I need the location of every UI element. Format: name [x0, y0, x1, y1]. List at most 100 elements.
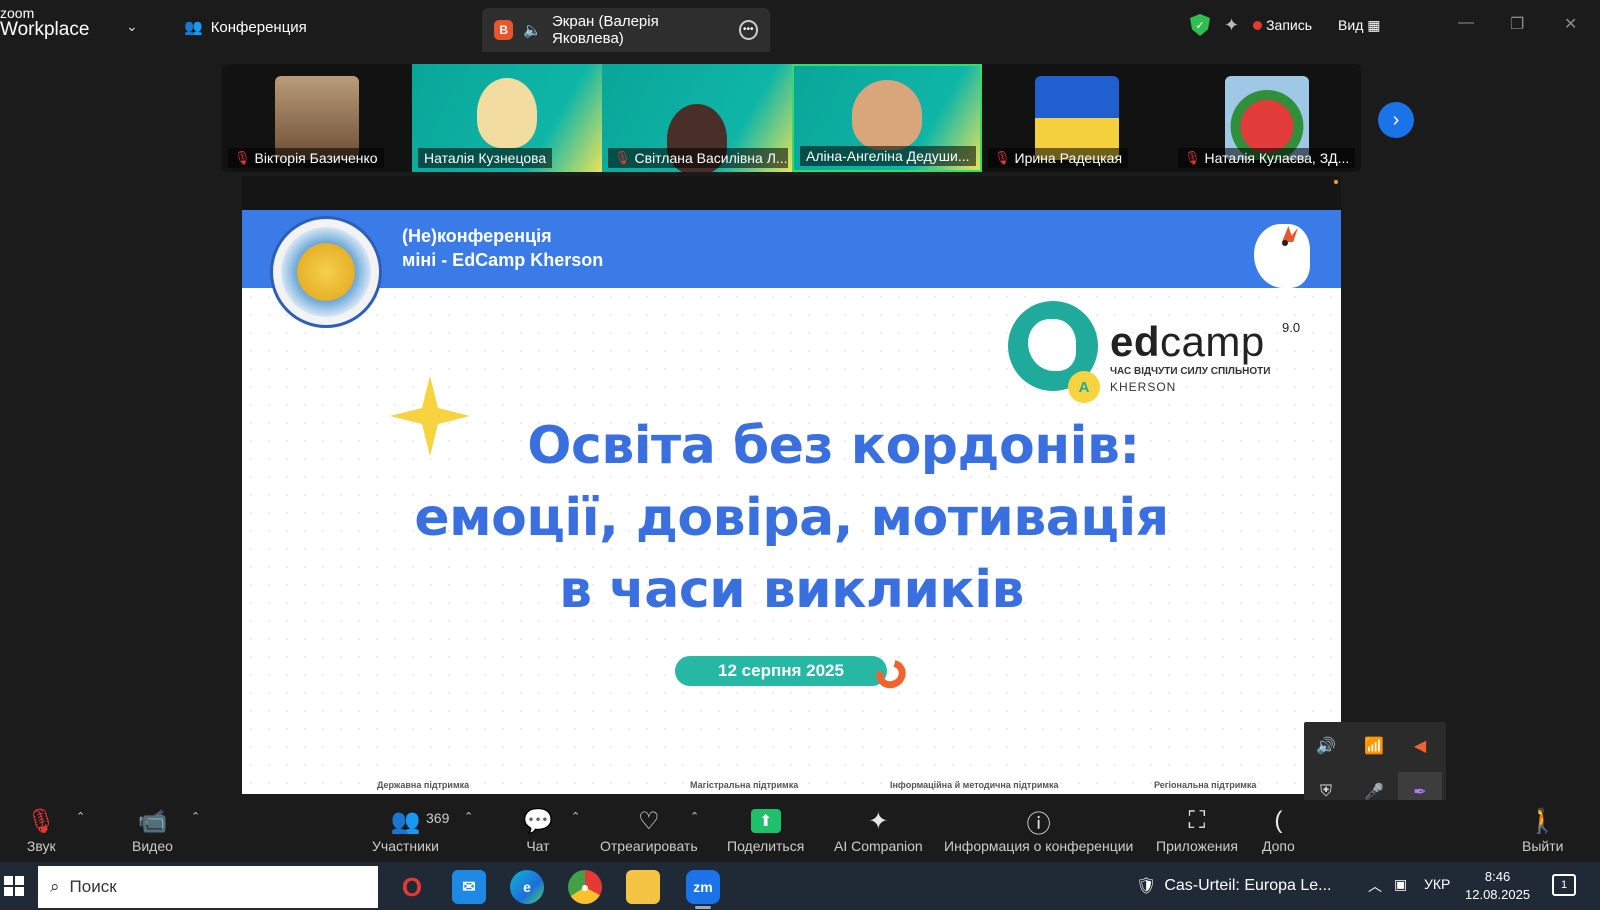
file-explorer-icon[interactable]: [626, 870, 660, 904]
notifications-icon[interactable]: 1: [1552, 874, 1576, 896]
security-shield-icon[interactable]: ✓: [1190, 14, 1210, 36]
slide-title-line-1: Освіта без кордонів:: [527, 416, 1140, 476]
react-caret[interactable]: ⌃: [690, 810, 699, 823]
audio-options-caret[interactable]: ⌃: [76, 810, 85, 823]
meeting-toolbar: 🎙 Звук ⌃ 📹 Видео ⌃ 👥 Участники 369 ⌃ 💬 Ч…: [0, 800, 1600, 862]
gallery-next-button[interactable]: ›: [1378, 102, 1414, 138]
apps-button[interactable]: ⛶ Приложения: [1156, 804, 1238, 854]
more-icon: (: [1274, 807, 1283, 834]
edcamp-version: 9.0: [1282, 320, 1301, 335]
info-icon: ⓘ: [1026, 810, 1051, 838]
audio-button[interactable]: 🎙 Звук: [26, 804, 57, 855]
footer-label: Регіональна підтримка: [1154, 780, 1257, 790]
speaker-app-icon[interactable]: ◀: [1408, 734, 1432, 758]
search-icon: ⌕: [50, 877, 60, 896]
chat-icon: 💬: [523, 807, 553, 835]
heart-icon: ♡: [638, 807, 660, 835]
bird-eye: [1282, 240, 1288, 246]
participant-tile-active-speaker[interactable]: Аліна-Ангеліна Дедуши...: [792, 64, 982, 172]
share-screen-icon: ⬆: [750, 809, 781, 833]
chrome-icon[interactable]: ●: [568, 870, 602, 904]
share-button[interactable]: ⬆ Поделиться: [727, 804, 804, 854]
top-right-controls: ✓ ✦ Запись Вид ▦: [1190, 14, 1380, 36]
news-widget[interactable]: 🛡 Cas-Urteil: Europa Le...: [1136, 876, 1332, 896]
slide-header-text: (Не)конференція міні - EdCamp Kherson: [402, 226, 604, 270]
participant-tile[interactable]: Наталія Кузнецова: [412, 64, 602, 172]
screen-tab-label: Экран (Валерія Яковлева): [552, 13, 659, 47]
video-off-icon: 📹: [137, 807, 168, 835]
indicator-dot: [1334, 180, 1338, 184]
react-button[interactable]: ♡ Отреагировать: [600, 804, 698, 855]
lyceum-seal-logo: [270, 216, 382, 328]
edge-icon[interactable]: e: [510, 870, 544, 904]
close-icon[interactable]: ✕: [1564, 14, 1577, 34]
speaker-icon: 🔈: [523, 22, 543, 39]
mic-muted-icon: 🎙: [994, 150, 1011, 165]
bird-mascot: [1254, 224, 1310, 288]
footer-label: Магістральна підтримка: [690, 780, 799, 790]
footer-label: Інформаційна й методична підтримка: [890, 780, 1059, 790]
participants-caret[interactable]: ⌃: [464, 810, 473, 823]
volume-icon[interactable]: 🔊: [1314, 734, 1338, 758]
restore-icon[interactable]: ❐: [1510, 14, 1524, 34]
footer-label: Державна підтримка: [377, 780, 470, 790]
chat-button[interactable]: 💬 Чат: [523, 804, 553, 855]
shared-screen: (Не)конференція міні - EdCamp Kherson A …: [242, 176, 1341, 794]
record-indicator[interactable]: Запись: [1253, 17, 1312, 33]
chevron-down-icon[interactable]: ⌄: [126, 18, 138, 35]
slide-title-line-2: емоції, довіра, мотивація: [414, 488, 1169, 548]
slide-date: 12 серпня 2025: [675, 656, 887, 686]
chat-caret[interactable]: ⌃: [571, 810, 580, 823]
edcamp-wordmark: edcamp: [1110, 318, 1265, 365]
people-icon: 👥: [184, 19, 203, 36]
participant-gallery: 🎙 Вікторія Базиченко Наталія Кузнецова 🎙 С…: [222, 64, 1361, 172]
leave-icon: 🚶: [1527, 807, 1558, 835]
participant-tile[interactable]: 🎙 Наталія Кулаєва, ЗД...: [1172, 64, 1361, 172]
more-icon[interactable]: •••: [738, 20, 758, 40]
slide-title-line-3: в часи викликів: [559, 560, 1024, 620]
taskbar-clock[interactable]: 8:46 12.08.2025: [1465, 868, 1530, 904]
ai-companion-button[interactable]: ✦ AI Companion: [834, 804, 923, 855]
mic-muted-icon: 🎙: [234, 150, 251, 165]
mail-icon[interactable]: ✉: [452, 870, 486, 904]
more-button[interactable]: ( Допо: [1262, 804, 1295, 854]
leave-button[interactable]: 🚶 Выйти: [1522, 804, 1563, 855]
top-bar: zoom Workplace ⌄ 👥 Конференция B 🔈 Экран…: [0, 0, 1600, 52]
minimize-icon[interactable]: —: [1458, 14, 1474, 32]
wifi-icon[interactable]: 📶: [1362, 734, 1386, 758]
opera-icon[interactable]: O: [395, 870, 429, 904]
zoom-app-icon[interactable]: zm: [686, 870, 720, 904]
video-options-caret[interactable]: ⌃: [191, 810, 200, 823]
meeting-menu[interactable]: 👥 Конференция: [184, 18, 307, 37]
participant-tile[interactable]: 🎙 Вікторія Базиченко: [222, 64, 412, 172]
record-dot-icon: [1253, 21, 1263, 30]
edcamp-logo-leaf: [1028, 319, 1076, 371]
tray-expand-icon[interactable]: ︿: [1368, 876, 1382, 896]
participant-video: [477, 78, 537, 148]
grid-icon: ▦: [1367, 16, 1381, 33]
edcamp-city: KHERSON: [1110, 380, 1177, 394]
camera-tray-icon[interactable]: ▣: [1394, 876, 1407, 893]
news-icon: 🛡: [1136, 878, 1157, 895]
language-indicator[interactable]: УКР: [1424, 876, 1450, 892]
presenter-badge: B: [494, 20, 514, 40]
zoom-logo: zoom Workplace: [0, 5, 90, 40]
participants-count: 369: [426, 810, 450, 826]
mic-muted-icon: 🎙: [26, 807, 57, 835]
apps-icon: ⛶: [1188, 807, 1206, 834]
video-button[interactable]: 📹 Видео: [132, 804, 173, 855]
slide-top-bar: [242, 176, 1341, 210]
participants-icon: 👥: [390, 807, 421, 835]
windows-start-icon[interactable]: [4, 876, 24, 896]
screen-share-tab[interactable]: B 🔈 Экран (Валерія Яковлева) •••: [482, 8, 770, 52]
taskbar-search-input[interactable]: ⌕ Поиск: [38, 866, 378, 908]
view-button[interactable]: Вид ▦: [1338, 17, 1380, 34]
participant-tile[interactable]: 🎙 Ирина Радецкая: [982, 64, 1172, 172]
zoom-window: zoom Workplace ⌄ 👥 Конференция B 🔈 Экран…: [0, 0, 1600, 862]
meeting-info-button[interactable]: ⓘ Информация о конференции: [944, 804, 1133, 855]
mic-muted-icon: 🎙: [614, 150, 631, 165]
participant-video: [852, 80, 922, 150]
edcamp-tagline: ЧАС ВІДЧУТИ СИЛУ СПІЛЬНОТИ: [1110, 366, 1271, 377]
sparkle-icon[interactable]: ✦: [1224, 15, 1239, 36]
participant-tile[interactable]: 🎙 Світлана Василівна Л...: [602, 64, 792, 172]
